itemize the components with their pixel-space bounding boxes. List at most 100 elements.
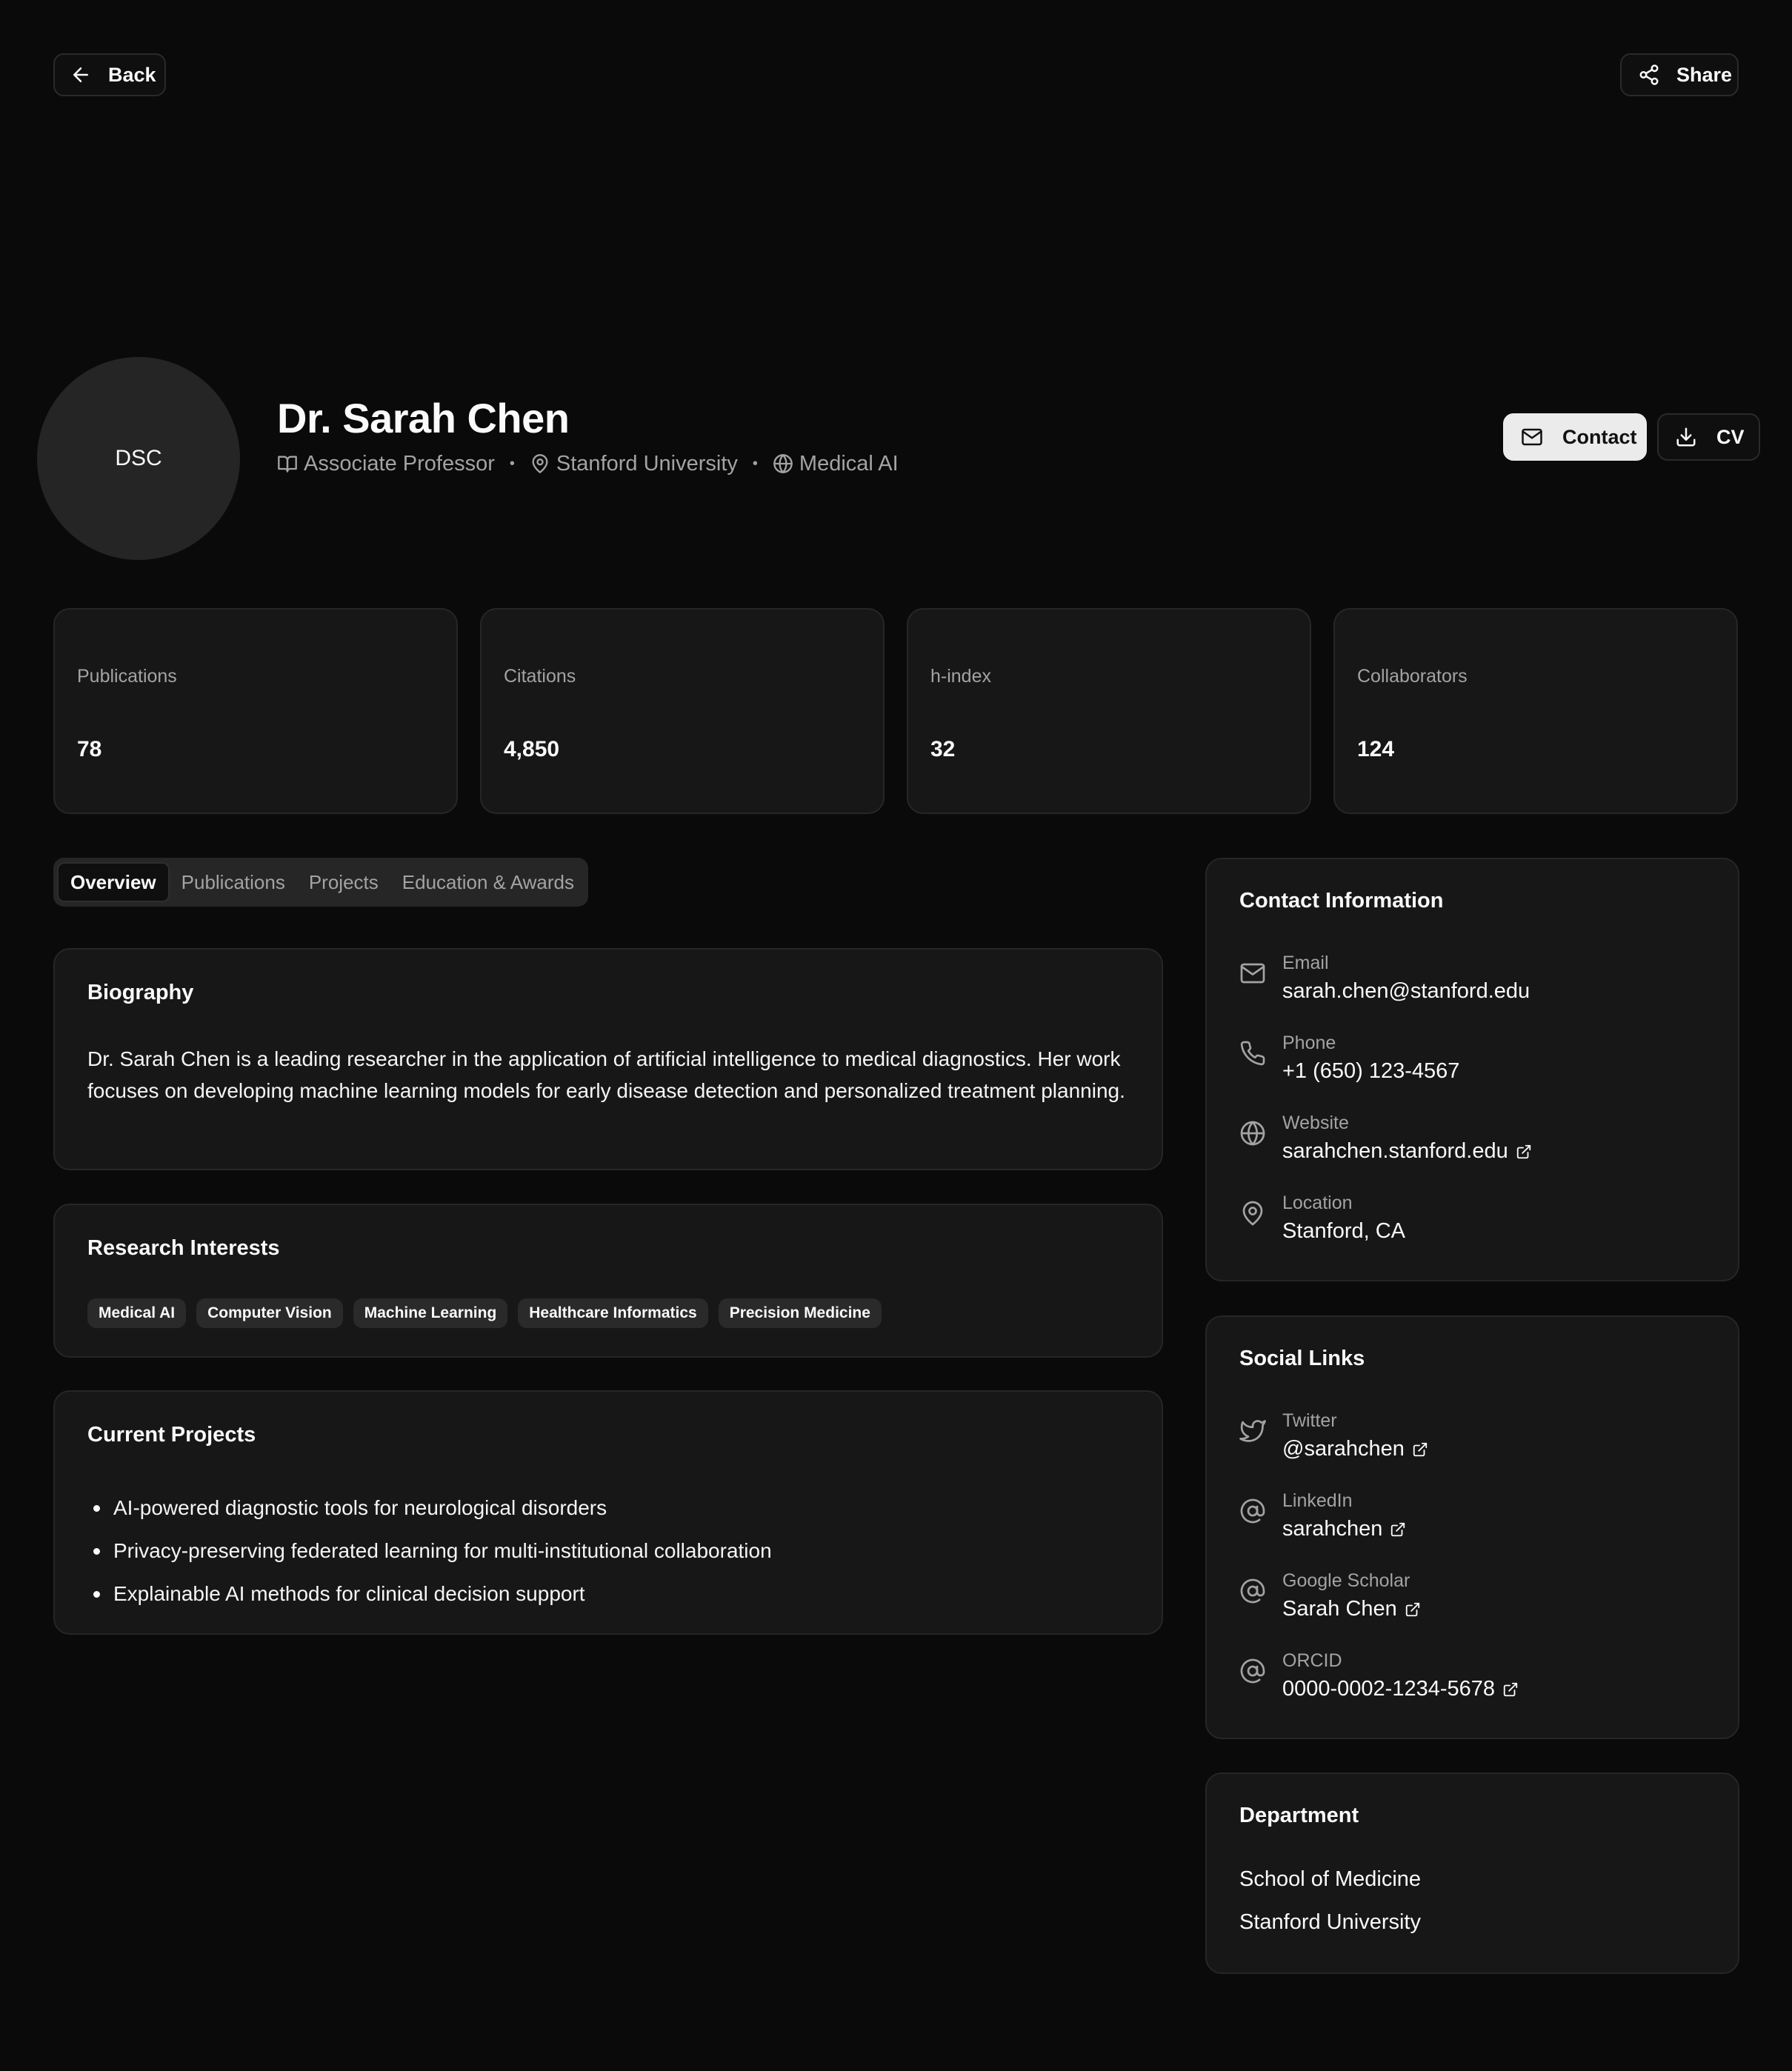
bullet-icon [93,1590,100,1598]
contact-row-website: Website sarahchen.stanford.edu [1239,1113,1713,1172]
meta-separator: • [752,455,758,472]
share-icon [1639,64,1659,85]
mail-icon [1522,428,1542,446]
project-text: Explainable AI methods for clinical deci… [113,1582,585,1605]
linkedin-link[interactable]: sarahchen [1282,1517,1406,1541]
profile-institution: Stanford University [530,452,738,476]
twitter-icon [1239,1420,1266,1442]
stat-card-publications: Publications 78 [53,608,458,814]
location-value: Stanford, CA [1282,1219,1405,1244]
social-links-card: Social Links Twitter @sarahchen LinkedIn… [1205,1315,1739,1739]
social-label: Google Scholar [1282,1570,1410,1591]
website-text: sarahchen.stanford.edu [1282,1139,1508,1163]
contact-label: Phone [1282,1033,1336,1053]
back-label: Back [108,63,156,86]
project-text: AI-powered diagnostic tools for neurolog… [113,1496,607,1519]
department-title: Department [1239,1804,1359,1827]
mail-icon [1240,963,1265,984]
tab-projects[interactable]: Projects [297,862,390,902]
orcid-link[interactable]: 0000-0002-1234-5678 [1282,1677,1519,1701]
interest-tag: Medical AI [87,1298,187,1328]
avatar-initials: DSC [115,446,162,470]
google-scholar-link[interactable]: Sarah Chen [1282,1597,1421,1621]
tab-list: Overview Publications Projects Education… [53,858,588,907]
bullet-icon [93,1504,100,1512]
google-scholar-name: Sarah Chen [1282,1597,1397,1621]
external-link-icon [1503,1682,1518,1696]
meta-separator: • [509,455,515,472]
map-pin-icon [1242,1201,1263,1226]
social-row-google-scholar: Google Scholar Sarah Chen [1239,1570,1713,1630]
share-button[interactable]: Share [1620,53,1739,96]
external-link-icon [1405,1602,1419,1616]
orcid-id: 0000-0002-1234-5678 [1282,1677,1496,1701]
biography-title: Biography [87,981,194,1004]
download-icon [1676,427,1696,447]
stat-value: 78 [77,737,102,761]
external-link-icon [1516,1144,1530,1158]
profile-field: Medical AI [773,452,899,476]
interest-tag: Precision Medicine [718,1298,882,1328]
social-label: ORCID [1282,1650,1342,1671]
research-interests-title: Research Interests [87,1236,280,1260]
stat-label: Publications [77,666,177,687]
interest-tag: Healthcare Informatics [518,1298,708,1328]
twitter-handle: @sarahchen [1282,1437,1405,1461]
list-item: AI-powered diagnostic tools for neurolog… [93,1487,772,1530]
arrow-left-icon [73,67,88,82]
social-row-orcid: ORCID 0000-0002-1234-5678 [1239,1650,1713,1710]
phone-text: +1 (650) 123-4567 [1282,1059,1460,1083]
bullet-icon [93,1547,100,1555]
back-button[interactable]: Back [53,53,166,96]
stat-value: 4,850 [504,737,560,761]
profile-title-text: Associate Professor [304,451,495,476]
social-label: LinkedIn [1282,1490,1353,1511]
email-text: sarah.chen@stanford.edu [1282,979,1530,1003]
social-row-linkedin: LinkedIn sarahchen [1239,1490,1713,1550]
book-open-icon [278,456,297,473]
social-row-twitter: Twitter @sarahchen [1239,1410,1713,1470]
at-sign-icon [1240,1578,1265,1604]
phone-value[interactable]: +1 (650) 123-4567 [1282,1059,1459,1084]
download-cv-button[interactable]: CV [1657,413,1760,461]
avatar: DSC [37,357,240,560]
contact-label: Website [1282,1113,1349,1133]
email-value[interactable]: sarah.chen@stanford.edu [1282,979,1530,1004]
list-item: Privacy-preserving federated learning fo… [93,1530,772,1573]
profile-institution-text: Stanford University [556,451,738,476]
share-label: Share [1676,63,1733,86]
globe-icon [1240,1121,1265,1146]
social-label: Twitter [1282,1410,1337,1431]
linkedin-handle: sarahchen [1282,1517,1383,1541]
cv-label: CV [1716,425,1745,448]
profile-name: Dr. Sarah Chen [277,395,570,441]
interest-tag: Machine Learning [353,1298,508,1328]
contact-row-location: Location Stanford, CA [1239,1193,1713,1252]
external-link-icon [1391,1522,1405,1536]
biography-text: Dr. Sarah Chen is a leading researcher i… [87,1047,1125,1102]
contact-button[interactable]: Contact [1503,413,1647,461]
profile-meta: Associate Professor • Stanford Universit… [277,449,899,478]
stat-label: Collaborators [1357,666,1468,687]
contact-row-email: Email sarah.chen@stanford.edu [1239,953,1713,1012]
location-text: Stanford, CA [1282,1219,1406,1243]
twitter-link[interactable]: @sarahchen [1282,1437,1428,1461]
tab-publications[interactable]: Publications [170,862,297,902]
project-list: AI-powered diagnostic tools for neurolog… [93,1487,772,1615]
list-item: Explainable AI methods for clinical deci… [93,1573,772,1615]
contact-label: Email [1282,953,1329,973]
phone-icon [1240,1041,1265,1066]
contact-information-card: Contact Information Email sarah.chen@sta… [1205,858,1739,1281]
website-link[interactable]: sarahchen.stanford.edu [1282,1139,1532,1164]
tab-education-awards[interactable]: Education & Awards [390,862,586,902]
current-projects-card: Current Projects AI-powered diagnostic t… [53,1390,1163,1635]
tab-overview[interactable]: Overview [57,862,170,902]
research-interests-card: Research Interests Medical AI Computer V… [53,1204,1163,1358]
map-pin-icon [532,454,548,473]
stat-card-h-index: h-index 32 [907,608,1311,814]
current-projects-title: Current Projects [87,1423,256,1447]
profile-field-text: Medical AI [799,451,899,476]
interest-tag: Computer Vision [196,1298,343,1328]
globe-icon [773,454,793,473]
stat-card-collaborators: Collaborators 124 [1333,608,1738,814]
